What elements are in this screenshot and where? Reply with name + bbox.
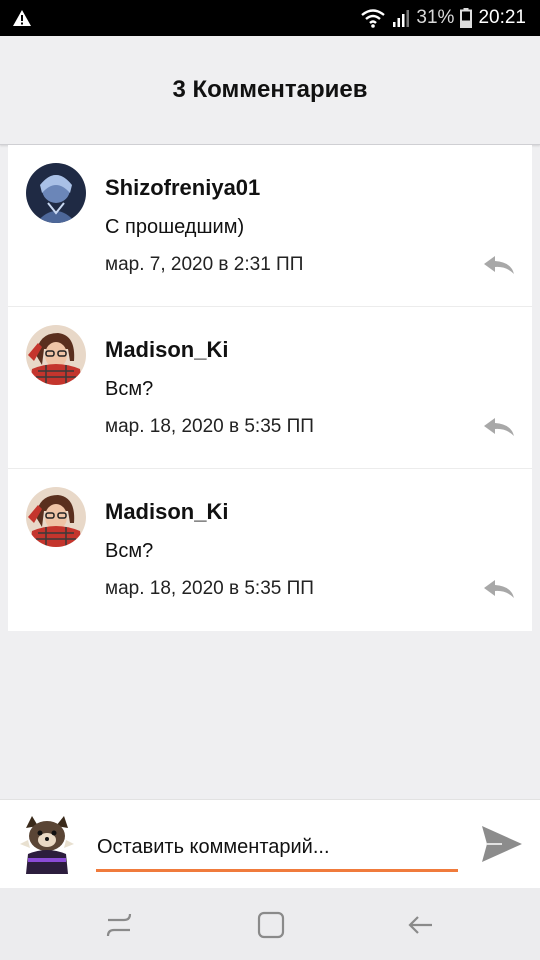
comment-username[interactable]: Madison_Ki bbox=[105, 499, 228, 525]
comment-date: мар. 7, 2020 в 2:31 ПП bbox=[105, 254, 304, 275]
comment-date: мар. 18, 2020 в 5:35 ПП bbox=[105, 578, 314, 599]
reply-icon[interactable] bbox=[482, 253, 516, 277]
warning-icon bbox=[13, 10, 31, 26]
comment-item: Madison_Ki Всм? мар. 18, 2020 в 5:35 ПП bbox=[8, 307, 532, 469]
recent-apps-icon[interactable] bbox=[104, 910, 134, 940]
comments-list: Shizofreniya01 С прошедшим) мар. 7, 2020… bbox=[8, 145, 532, 631]
avatar[interactable] bbox=[26, 325, 86, 385]
comment-item: Shizofreniya01 С прошедшим) мар. 7, 2020… bbox=[8, 145, 532, 307]
clock: 20:21 bbox=[478, 7, 526, 28]
comment-composer bbox=[0, 799, 540, 888]
reply-icon[interactable] bbox=[482, 415, 516, 439]
battery-icon bbox=[460, 8, 473, 28]
page-title: 3 Комментариев bbox=[172, 76, 368, 103]
status-bar: 31% 20:21 bbox=[0, 0, 540, 36]
reply-icon[interactable] bbox=[482, 577, 516, 601]
wifi-icon bbox=[361, 9, 386, 28]
comment-text: Всм? bbox=[105, 540, 154, 562]
comment-date: мар. 18, 2020 в 5:35 ПП bbox=[105, 416, 314, 437]
comments-header: 3 Комментариев bbox=[0, 36, 540, 145]
comment-username[interactable]: Shizofreniya01 bbox=[105, 175, 260, 201]
battery-percent: 31% bbox=[416, 7, 455, 28]
navigation-bar bbox=[0, 888, 540, 960]
avatar[interactable] bbox=[26, 163, 86, 223]
comment-text: Всм? bbox=[105, 378, 154, 400]
back-icon[interactable] bbox=[406, 910, 436, 940]
comment-input[interactable] bbox=[96, 826, 458, 872]
user-avatar bbox=[20, 816, 74, 874]
home-icon[interactable] bbox=[256, 910, 286, 940]
comment-username[interactable]: Madison_Ki bbox=[105, 337, 228, 363]
send-icon[interactable] bbox=[480, 822, 524, 866]
comment-text: С прошедшим) bbox=[105, 216, 245, 238]
avatar[interactable] bbox=[26, 487, 86, 547]
signal-icon bbox=[393, 10, 410, 27]
comment-item: Madison_Ki Всм? мар. 18, 2020 в 5:35 ПП bbox=[8, 469, 532, 631]
